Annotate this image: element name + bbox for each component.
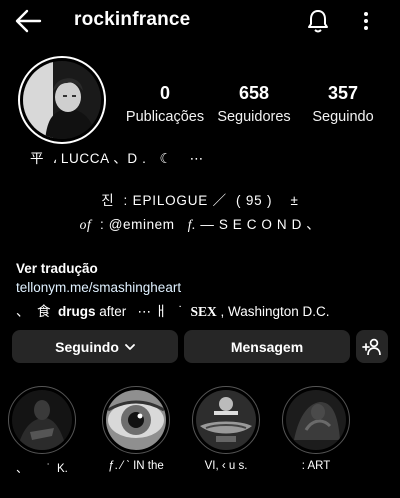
stat-posts[interactable]: 0 Publicações <box>124 82 206 126</box>
arrow-left-icon[interactable] <box>14 8 42 34</box>
bio-line-4-sex: SEX <box>190 304 217 319</box>
bio-line-3: of : @eminem f. — S E C O N D 、 <box>0 216 400 234</box>
message-button-label: Mensagem <box>230 338 304 355</box>
bio-line-3-prefix: of <box>79 217 92 232</box>
highlight-ring <box>282 386 350 454</box>
profile-username: rockinfrance <box>74 9 191 30</box>
add-user-button[interactable] <box>356 330 388 363</box>
person-add-icon <box>362 338 381 355</box>
highlight-ring <box>8 386 76 454</box>
bio-line-3-f: f. <box>187 217 197 232</box>
chevron-down-icon <box>124 343 135 350</box>
stat-following-value: 357 <box>327 83 359 103</box>
story-highlight[interactable]: : ART <box>280 386 352 472</box>
stat-followers-label: Seguidores <box>217 109 291 125</box>
bell-icon[interactable] <box>304 7 332 35</box>
highlight-image <box>106 390 166 450</box>
story-highlight[interactable]: ƒ. ⁄ ˋ IN the <box>100 386 172 472</box>
highlight-ring <box>192 386 260 454</box>
stat-posts-label: Publicações <box>125 109 205 125</box>
highlight-caption: VI, ‹ u s. <box>204 460 248 472</box>
bio-line-4: 、 食 drugs after ⋯ ㅐ ˙ SEX , Washington D… <box>16 300 330 320</box>
highlight-caption: ƒ. ⁄ ˋ IN the <box>108 460 164 472</box>
highlight-caption: 、 ˙ K. <box>16 463 68 475</box>
following-button[interactable]: Seguindo <box>12 330 178 363</box>
stat-following-label: Seguindo <box>312 109 374 125</box>
highlight-caption: : ART <box>301 460 331 472</box>
following-button-label: Seguindo <box>55 338 119 355</box>
stat-posts-value: 0 <box>159 83 170 103</box>
translate-link[interactable]: Ver tradução <box>16 261 98 276</box>
story-highlight[interactable]: VI, ‹ u s. <box>190 386 262 472</box>
bio-website-link[interactable]: tellonym.me/smashingheart <box>16 280 181 295</box>
bio-line-1: 平 ، LUCCA 、D . ☾ ⋯ <box>30 151 204 166</box>
highlight-image <box>286 390 346 450</box>
bio-line-3-end: — S E C O N D 、 <box>196 217 321 232</box>
stat-following[interactable]: 357 Seguindo <box>306 82 380 126</box>
top-bar: rockinfrance <box>0 0 400 42</box>
bio-line-3-mention[interactable]: : @eminem <box>91 217 187 232</box>
bio-line-4-b: after ⋯ ㅐ ˙ <box>95 304 191 319</box>
bio-line-4-a: 、 食 <box>16 304 59 319</box>
highlight-image <box>196 390 256 450</box>
bio-line-4-c: , Washington D.C. <box>216 304 330 319</box>
more-vertical-icon[interactable] <box>356 8 376 34</box>
avatar-image <box>23 61 101 139</box>
message-button[interactable]: Mensagem <box>184 330 350 363</box>
highlight-image <box>12 390 72 450</box>
profile-avatar[interactable] <box>18 56 106 144</box>
highlight-ring <box>102 386 170 454</box>
story-highlight[interactable]: 、 ˙ K. <box>6 386 78 476</box>
stat-followers-value: 658 <box>238 83 270 103</box>
bio-line-2: 진 : EPILOGUE ／ ( 95 ) ± <box>101 193 299 208</box>
bio-line-4-drugs: drugs <box>58 304 96 319</box>
stat-followers[interactable]: 658 Seguidores <box>214 82 294 126</box>
